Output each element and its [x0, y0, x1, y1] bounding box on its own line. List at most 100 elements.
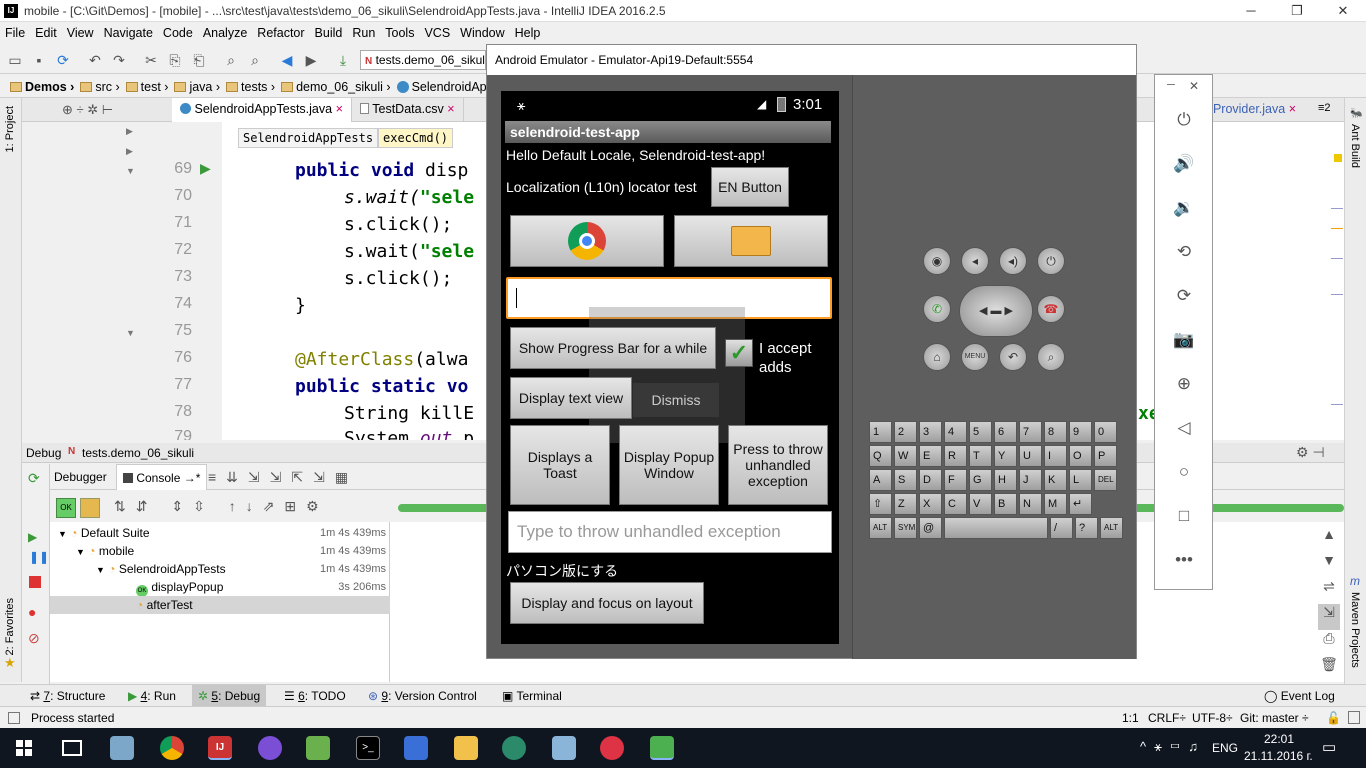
dismiss-button[interactable]: Dismiss: [633, 383, 719, 417]
fold-arrow-icon[interactable]: ▼: [126, 328, 135, 338]
keyboard-key[interactable]: S: [894, 469, 917, 491]
keyboard-key[interactable]: F: [944, 469, 967, 491]
caret-position[interactable]: 1:1: [1122, 711, 1139, 725]
print-icon[interactable]: ⎙: [1318, 630, 1340, 656]
cmd-icon[interactable]: >_: [356, 736, 380, 760]
crumb-package[interactable]: demo_06_sikuli ›: [279, 76, 395, 94]
rerun-icon[interactable]: ⟳: [28, 470, 40, 487]
redo-icon[interactable]: ↷: [110, 51, 128, 69]
tab-debugger[interactable]: Debugger: [54, 470, 107, 484]
status-toggle-icon[interactable]: [8, 712, 20, 724]
keyboard-key[interactable]: [944, 517, 1048, 539]
maven-tool-button[interactable]: Maven Projects: [1349, 592, 1361, 668]
memory-icon[interactable]: [1348, 711, 1360, 724]
breakpoints-icon[interactable]: ●: [28, 604, 36, 620]
keyboard-key[interactable]: A: [869, 469, 892, 491]
menu-vcs[interactable]: VCS: [419, 22, 455, 40]
menu-icon[interactable]: MENU: [961, 343, 989, 371]
volume-up-icon[interactable]: ◂): [999, 247, 1027, 275]
mute-breakpoints-icon[interactable]: ⊘: [28, 630, 40, 647]
overview-icon[interactable]: □: [1173, 505, 1195, 527]
explorer-icon[interactable]: [454, 736, 478, 760]
keyboard-key[interactable]: V: [969, 493, 992, 515]
copy-icon[interactable]: ⎘: [166, 51, 184, 69]
keyboard-key[interactable]: 9: [1069, 421, 1092, 443]
vcs-tool-button[interactable]: ⊛ 9: Version Control: [368, 689, 477, 703]
crumb-tests[interactable]: tests ›: [224, 76, 279, 94]
zoom-icon[interactable]: ⊕: [1173, 373, 1195, 395]
undo-icon[interactable]: ↶: [86, 51, 104, 69]
menu-build[interactable]: Build: [310, 22, 348, 40]
keyboard-key[interactable]: 5: [969, 421, 992, 443]
terminal-tool-button[interactable]: ▣ Terminal: [502, 689, 562, 703]
focus-layout-button[interactable]: Display and focus on layout: [510, 582, 704, 624]
keyboard-key[interactable]: 3: [919, 421, 942, 443]
popup-button[interactable]: Display Popup Window: [619, 425, 719, 505]
app-icon-9[interactable]: [502, 736, 526, 760]
crumb-demos[interactable]: Demos ›: [8, 76, 78, 94]
keyboard-key[interactable]: 4: [944, 421, 967, 443]
gear-icon[interactable]: ⚙ ⊣: [1296, 444, 1325, 461]
keyboard-key[interactable]: ↵: [1069, 493, 1092, 515]
search-icon[interactable]: ⌕: [1037, 343, 1065, 371]
keyboard-key[interactable]: J: [1019, 469, 1042, 491]
toast-button[interactable]: Displays a Toast: [510, 425, 610, 505]
menu-help[interactable]: Help: [510, 22, 546, 40]
crumb-java[interactable]: java ›: [172, 76, 224, 94]
git-branch[interactable]: Git: master ÷: [1240, 711, 1309, 725]
test-tools[interactable]: ⇅⇵ ⇕⇳ ↑↓⇗⊞⚙: [114, 498, 329, 515]
code-line[interactable]: public void disp: [295, 160, 468, 181]
structure-tool-button[interactable]: ⇄ 7: Structure: [30, 689, 105, 703]
keyboard-key[interactable]: O: [1069, 445, 1092, 467]
up-arrow-icon[interactable]: ▲: [1318, 526, 1340, 552]
dpad[interactable]: ◀ ▬ ▶: [959, 285, 1033, 337]
forward-icon[interactable]: ▶: [302, 51, 320, 69]
fold-arrow-icon[interactable]: ▶: [126, 126, 133, 137]
menu-refactor[interactable]: Refactor: [252, 22, 309, 40]
back-icon[interactable]: ◁: [1173, 417, 1195, 439]
minimize-button[interactable]: ─: [1228, 0, 1274, 22]
clock-time[interactable]: 22:01: [1264, 732, 1294, 746]
volume-up-icon[interactable]: 🔊: [1173, 153, 1195, 175]
keyboard-key[interactable]: N: [1019, 493, 1042, 515]
encoding[interactable]: UTF-8÷: [1192, 711, 1233, 725]
keyboard-key[interactable]: 0: [1094, 421, 1117, 443]
keyboard-key[interactable]: D: [919, 469, 942, 491]
panel-close-button[interactable]: ✕: [1189, 79, 1199, 93]
line-separator[interactable]: CRLF÷: [1148, 711, 1186, 725]
camera-icon[interactable]: ◉: [923, 247, 951, 275]
lock-icon[interactable]: 🔓: [1326, 711, 1341, 725]
keyboard-key[interactable]: 2: [894, 421, 917, 443]
code-line[interactable]: s.wait("sele: [344, 241, 474, 262]
intellij-icon[interactable]: IJ: [208, 736, 232, 760]
back-icon[interactable]: ↶: [999, 343, 1027, 371]
code-line[interactable]: System.out.p: [344, 428, 474, 440]
keyboard-key[interactable]: ⇧: [869, 493, 892, 515]
show-passed-toggle[interactable]: OK: [56, 498, 76, 518]
app-icon-7[interactable]: [404, 736, 428, 760]
tab-data-provider[interactable]: aProvider.java ×: [1198, 98, 1304, 122]
keyboard-key[interactable]: /: [1050, 517, 1073, 539]
debug-config[interactable]: tests.demo_06_sikuli: [82, 446, 194, 460]
tree-row-class[interactable]: ▼ ◔ SelendroidAppTests 1m 4s 439ms: [50, 560, 390, 578]
tab-list-icon[interactable]: ≡2: [1318, 102, 1331, 114]
chrome-button[interactable]: [510, 215, 664, 267]
accept-checkbox[interactable]: ✓: [725, 339, 753, 367]
keyboard-key[interactable]: 6: [994, 421, 1017, 443]
tab-selendroid-app-tests[interactable]: SelendroidAppTests.java ×: [172, 98, 352, 122]
menu-navigate[interactable]: Navigate: [99, 22, 158, 40]
keyboard-key[interactable]: P: [1094, 445, 1117, 467]
app-icon-10[interactable]: [552, 736, 576, 760]
resume-icon[interactable]: ▶: [28, 530, 37, 544]
warning-marker[interactable]: [1334, 154, 1342, 162]
tab-console[interactable]: Console →*: [116, 464, 208, 490]
close-icon[interactable]: ×: [1289, 102, 1296, 116]
power-icon[interactable]: ⏻: [1037, 247, 1065, 275]
app-icon-1[interactable]: [110, 736, 134, 760]
run-config-dropdown[interactable]: N tests.demo_06_sikul: [360, 50, 486, 70]
menu-code[interactable]: Code: [158, 22, 198, 40]
replace-icon[interactable]: ⌕: [246, 51, 264, 69]
ant-build-tool-button[interactable]: Ant Build: [1349, 124, 1361, 168]
tree-row-display-popup[interactable]: OK displayPopup 3s 206ms: [50, 578, 390, 597]
project-tool-button[interactable]: 1: Project: [4, 106, 16, 152]
